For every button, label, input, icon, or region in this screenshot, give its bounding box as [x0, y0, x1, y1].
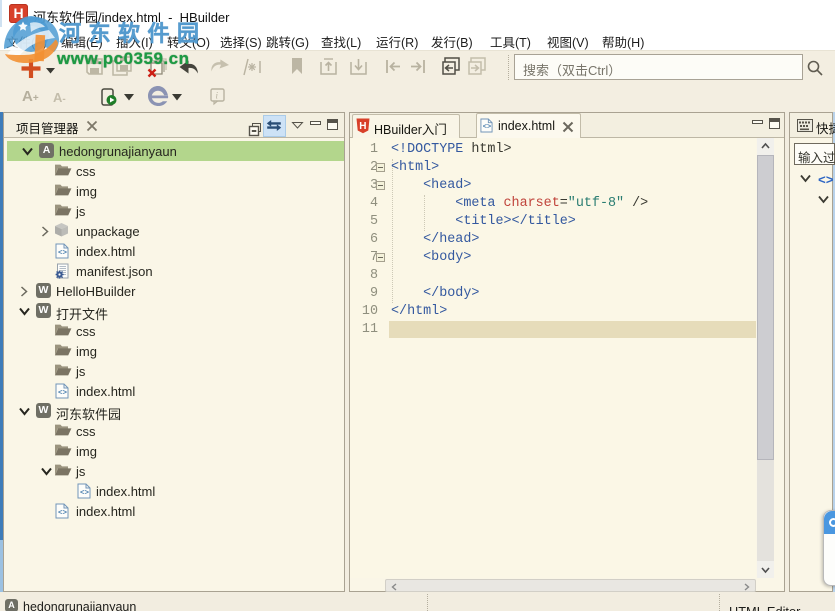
svg-text:H: H: [359, 121, 366, 132]
svg-text:<>: <>: [58, 250, 68, 258]
svg-text:<>: <>: [80, 490, 90, 498]
svg-text:<>: <>: [58, 390, 68, 398]
svg-text:i: i: [216, 91, 219, 101]
svg-text:<>: <>: [483, 124, 491, 132]
svg-text:<>: <>: [58, 510, 68, 518]
